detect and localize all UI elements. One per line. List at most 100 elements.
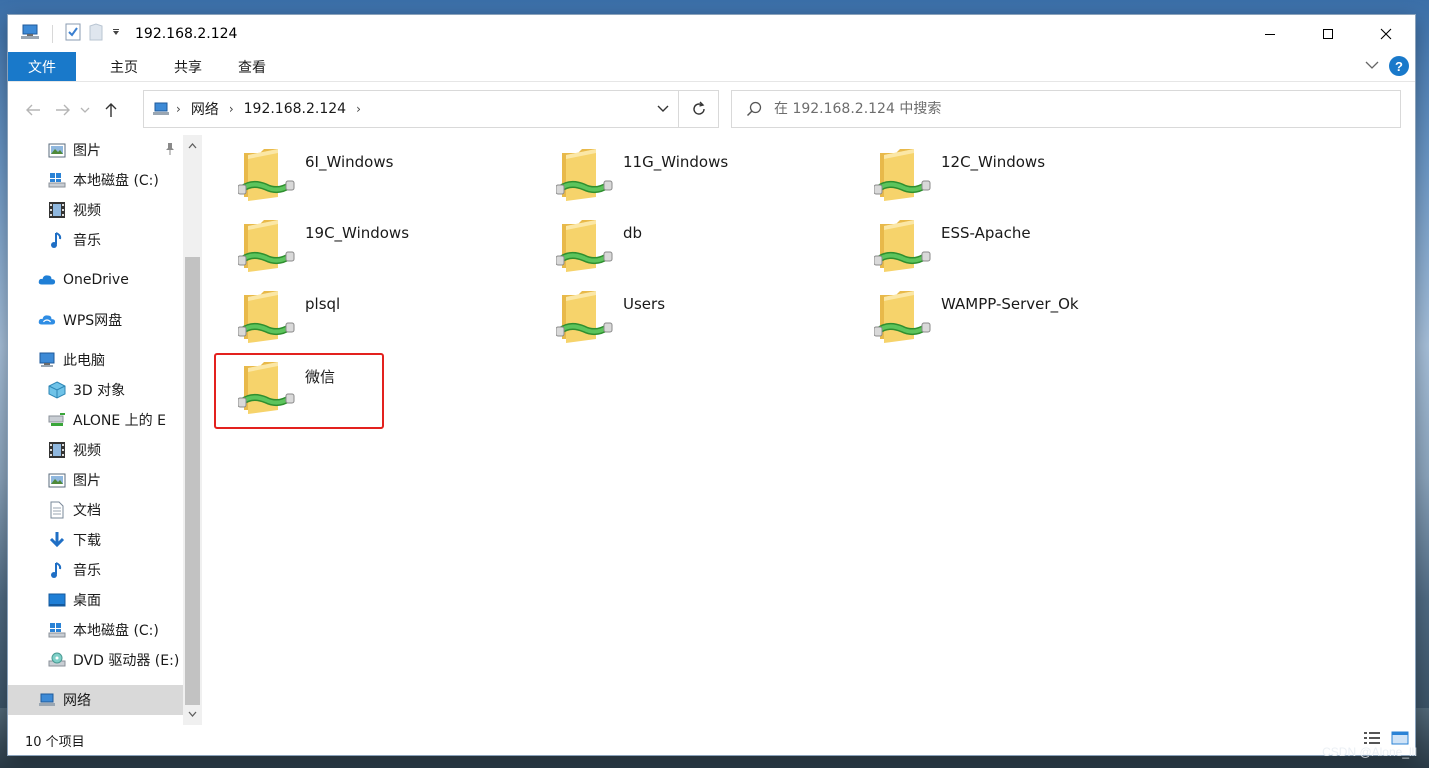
shared-folder-item[interactable]: 11G_Windows xyxy=(555,145,866,211)
nav-item-pictures[interactable]: 图片 xyxy=(48,135,101,165)
scroll-down-icon[interactable] xyxy=(183,705,202,723)
customize-toolbar-chevron-icon[interactable] xyxy=(111,26,121,42)
shared-folder-item[interactable]: 12C_Windows xyxy=(873,145,1184,211)
help-button[interactable]: ? xyxy=(1389,56,1409,76)
nav-item-label: 本地磁盘 (C:) xyxy=(73,623,159,639)
nav-item-downloads[interactable]: 下载 xyxy=(48,525,101,555)
close-icon xyxy=(1380,28,1392,39)
shared-folder-icon xyxy=(555,216,616,278)
scroll-up-icon[interactable] xyxy=(183,137,202,155)
wps-cloud-icon xyxy=(38,311,56,329)
downloads-icon xyxy=(48,531,66,549)
folder-name: plsql xyxy=(305,295,341,313)
nav-item-local-disk-c[interactable]: 本地磁盘 (C:) xyxy=(48,165,159,195)
dvd-drive-icon xyxy=(48,651,66,669)
folder-name: 12C_Windows xyxy=(941,153,1046,171)
window-controls xyxy=(1241,15,1415,52)
nav-item-label: OneDrive xyxy=(63,272,129,288)
chevron-down-icon xyxy=(80,107,90,113)
shared-folder-item[interactable]: 6I_Windows xyxy=(237,145,548,211)
address-dropdown-icon[interactable] xyxy=(656,102,670,118)
nav-scrollbar[interactable] xyxy=(183,135,202,725)
nav-item-videos-2[interactable]: 视频 xyxy=(48,435,101,465)
pin-icon[interactable] xyxy=(164,142,176,160)
breadcrumb-separator: › xyxy=(228,102,234,116)
minimize-button[interactable] xyxy=(1241,15,1299,52)
nav-item-desktop[interactable]: 桌面 xyxy=(48,585,101,615)
back-arrow-icon xyxy=(26,104,40,116)
nav-item-music[interactable]: 音乐 xyxy=(48,225,101,255)
nav-item-network[interactable]: 网络 xyxy=(8,685,183,715)
quick-access-toolbar xyxy=(20,22,121,45)
maximize-button[interactable] xyxy=(1299,15,1357,52)
folder-name: db xyxy=(623,224,643,242)
nav-item-wps-cloud[interactable]: WPS网盘 xyxy=(38,305,122,335)
folder-name: 11G_Windows xyxy=(623,153,729,171)
forward-arrow-icon xyxy=(56,104,70,116)
folder-name: WAMPP-Server_Ok xyxy=(941,295,1079,313)
nav-item-label: 下载 xyxy=(73,533,101,549)
item-count: 10 个项目 xyxy=(25,734,85,750)
tab-view[interactable]: 查看 xyxy=(220,52,284,81)
3d-objects-icon xyxy=(48,381,66,399)
tab-home[interactable]: 主页 xyxy=(92,52,156,81)
shared-folder-item[interactable]: Users xyxy=(555,287,866,353)
nav-item-pictures-2[interactable]: 图片 xyxy=(48,465,101,495)
address-bar[interactable]: › 网络 › 192.168.2.124 › xyxy=(143,90,679,128)
shared-folder-item[interactable]: db xyxy=(555,216,866,282)
pictures-icon xyxy=(48,471,66,489)
folder-name: 19C_Windows xyxy=(305,224,410,242)
shared-folder-item[interactable]: WAMPP-Server_Ok xyxy=(873,287,1184,353)
new-folder-icon[interactable] xyxy=(89,22,103,45)
shared-folder-item[interactable]: plsql xyxy=(237,287,548,353)
close-button[interactable] xyxy=(1357,15,1415,52)
music-icon xyxy=(48,231,66,249)
up-button[interactable] xyxy=(96,95,126,125)
network-icon xyxy=(38,691,56,709)
this-pc-icon xyxy=(38,351,56,369)
network-app-icon xyxy=(20,23,40,45)
refresh-button[interactable] xyxy=(679,90,719,128)
nav-item-alone-e[interactable]: ALONE 上的 E xyxy=(48,405,166,435)
nav-item-documents[interactable]: 文档 xyxy=(48,495,101,525)
breadcrumb-host[interactable]: 192.168.2.124 xyxy=(244,101,346,117)
nav-item-label: 视频 xyxy=(73,203,101,219)
recent-locations-button[interactable] xyxy=(78,95,92,125)
search-input[interactable] xyxy=(774,101,1334,117)
nav-item-label: DVD 驱动器 (E:) xyxy=(73,653,180,669)
forward-button[interactable] xyxy=(48,95,78,125)
nav-item-label: 本地磁盘 (C:) xyxy=(73,173,159,189)
nav-item-onedrive[interactable]: OneDrive xyxy=(38,265,129,295)
tab-file[interactable]: 文件 xyxy=(8,52,76,81)
minimize-icon xyxy=(1265,33,1275,35)
address-row: › 网络 › 192.168.2.124 › xyxy=(8,90,1415,130)
shared-folder-icon xyxy=(237,216,298,278)
up-arrow-icon xyxy=(105,103,117,117)
back-button[interactable] xyxy=(18,95,48,125)
nav-item-local-disk-c-2[interactable]: 本地磁盘 (C:) xyxy=(48,615,159,645)
expand-ribbon-chevron-icon[interactable] xyxy=(1365,58,1379,74)
documents-icon xyxy=(48,501,66,519)
nav-item-3d-objects[interactable]: 3D 对象 xyxy=(48,375,125,405)
status-bar: 10 个项目 xyxy=(8,725,1415,755)
search-box[interactable] xyxy=(731,90,1401,128)
nav-item-label: 桌面 xyxy=(73,593,101,609)
tab-share[interactable]: 共享 xyxy=(156,52,220,81)
scrollbar-thumb[interactable] xyxy=(185,257,200,705)
nav-item-label: 图片 xyxy=(73,473,101,489)
breadcrumb-separator: › xyxy=(356,102,361,116)
shared-folder-icon xyxy=(873,287,934,349)
nav-item-dvd-drive[interactable]: DVD 驱动器 (E:) xyxy=(48,645,179,675)
properties-icon[interactable] xyxy=(65,23,81,45)
nav-item-videos[interactable]: 视频 xyxy=(48,195,101,225)
shared-folder-item[interactable]: 19C_Windows xyxy=(237,216,548,282)
onedrive-icon xyxy=(38,271,56,289)
nav-item-label: 视频 xyxy=(73,443,101,459)
shared-folder-item[interactable]: ESS-Apache xyxy=(873,216,1184,282)
nav-item-label: WPS网盘 xyxy=(63,313,123,329)
nav-item-label: 3D 对象 xyxy=(73,383,126,399)
nav-item-music-2[interactable]: 音乐 xyxy=(48,555,101,585)
breadcrumb-network[interactable]: 网络 xyxy=(191,99,219,119)
nav-item-this-pc[interactable]: 此电脑 xyxy=(38,345,105,375)
navigation-pane: 图片 本地磁盘 (C:) 视频 音乐 OneDrive WPS网盘 此电脑 3D… xyxy=(8,135,202,725)
